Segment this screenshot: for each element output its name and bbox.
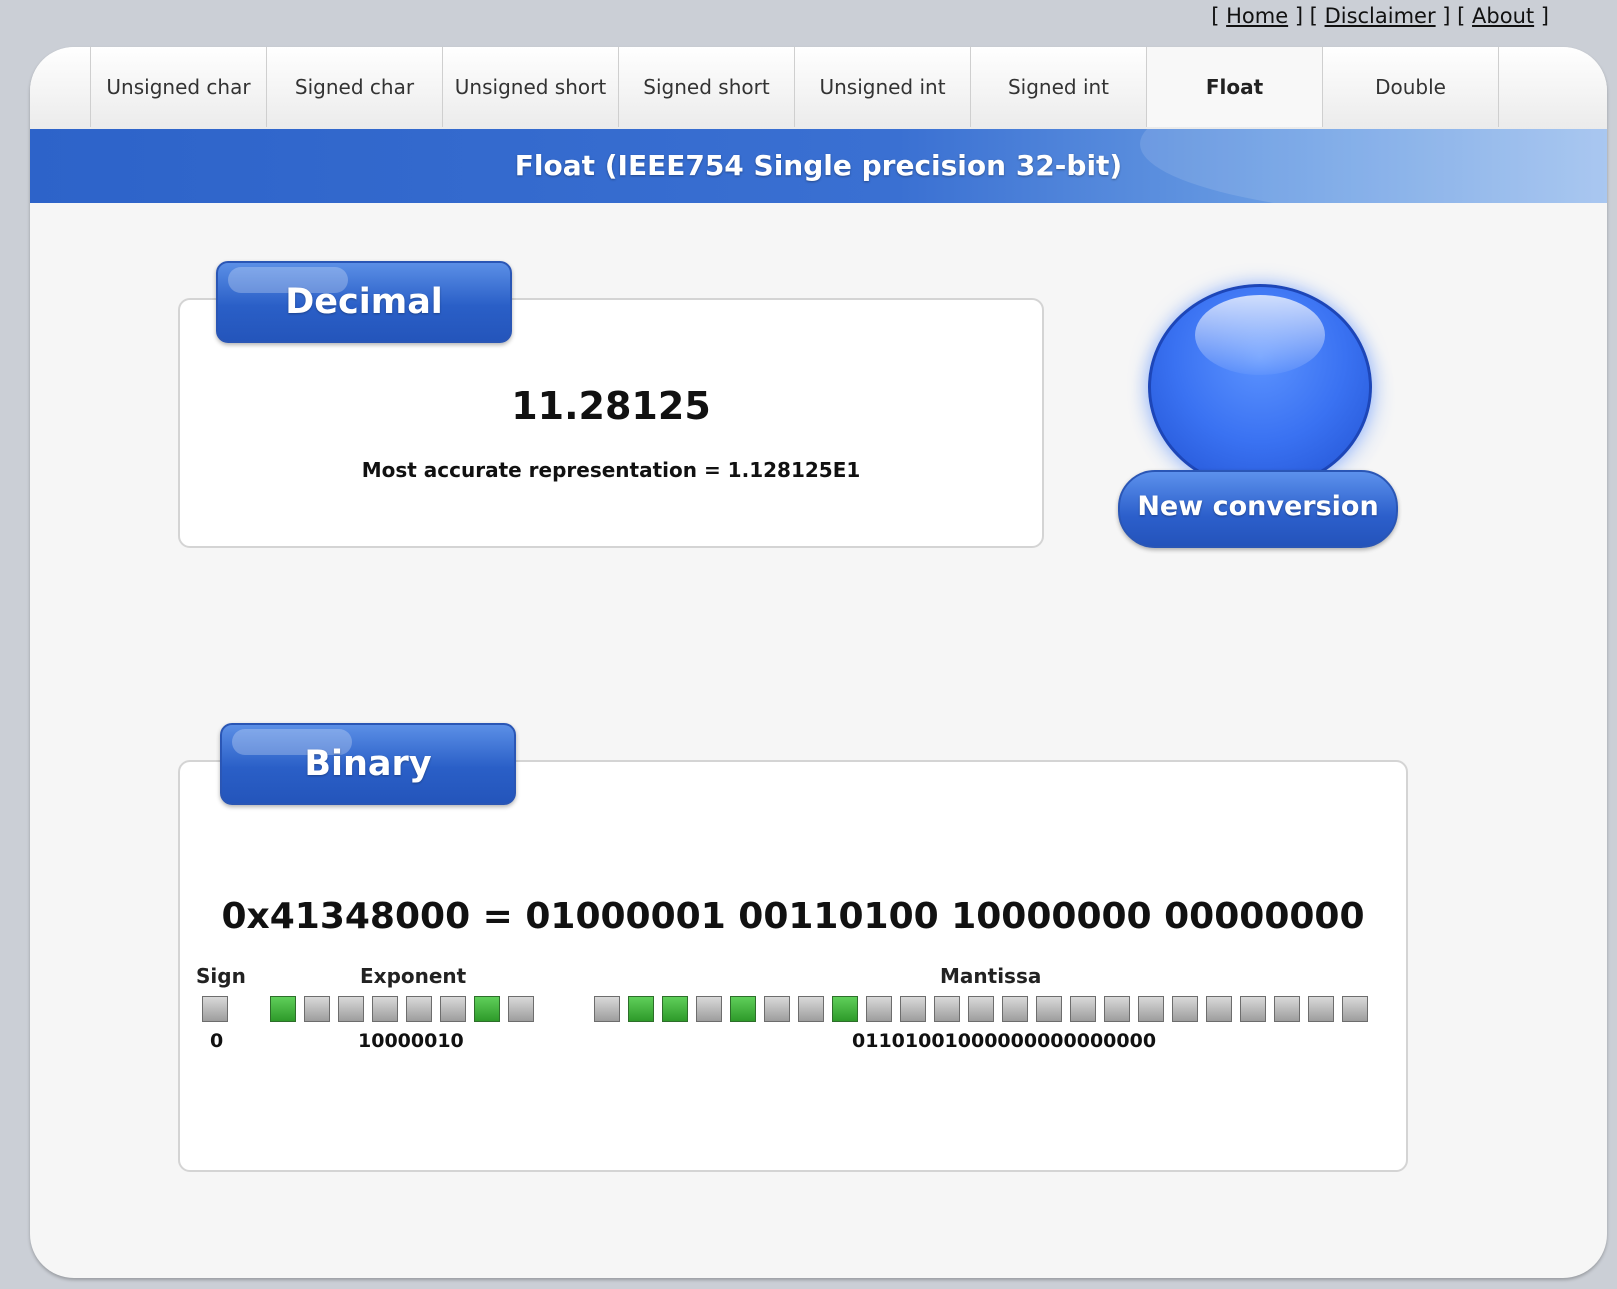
exponent-bits: 10000010 <box>358 1030 464 1052</box>
sign-label: Sign <box>196 964 246 988</box>
binary-heading-label: Binary <box>304 744 432 784</box>
tab-unsigned-int[interactable]: Unsigned int <box>794 47 970 127</box>
mantissa-bit-toggle[interactable] <box>594 996 620 1022</box>
mantissa-bit-toggle[interactable] <box>900 996 926 1022</box>
mantissa-bit-toggle[interactable] <box>1274 996 1300 1022</box>
mantissa-bit-toggle[interactable] <box>1138 996 1164 1022</box>
mantissa-bit-toggle[interactable] <box>1308 996 1334 1022</box>
exponent-bit-toggle[interactable] <box>304 996 330 1022</box>
binary-heading: Binary <box>220 723 516 805</box>
new-conversion-button[interactable]: New conversion <box>1118 284 1408 554</box>
exponent-bit-toggle[interactable] <box>474 996 500 1022</box>
mantissa-bit-toggle[interactable] <box>1070 996 1096 1022</box>
top-links: [ Home ] [ Disclaimer ] [ About ] <box>1211 4 1549 28</box>
mantissa-bit-toggle[interactable] <box>764 996 790 1022</box>
mantissa-bit-toggle[interactable] <box>798 996 824 1022</box>
mantissa-bit-toggle[interactable] <box>1036 996 1062 1022</box>
mantissa-bit-toggle[interactable] <box>832 996 858 1022</box>
tab-signed-short[interactable]: Signed short <box>618 47 794 127</box>
sign-bit-toggle[interactable] <box>202 996 228 1022</box>
mantissa-bit-toggle[interactable] <box>1240 996 1266 1022</box>
sign-bits: 0 <box>210 1030 224 1052</box>
decimal-heading: Decimal <box>216 261 512 343</box>
exponent-bit-toggle[interactable] <box>270 996 296 1022</box>
mantissa-bit-toggle[interactable] <box>1342 996 1368 1022</box>
mantissa-bits: 01101001000000000000000 <box>852 1030 1157 1052</box>
page-title: Float (IEEE754 Single precision 32-bit) <box>514 149 1123 182</box>
tab-bar: Unsigned char Signed char Unsigned short… <box>30 47 1607 131</box>
tab-unsigned-short[interactable]: Unsigned short <box>442 47 618 127</box>
decimal-heading-label: Decimal <box>285 282 443 322</box>
main-panel: Unsigned char Signed char Unsigned short… <box>30 47 1607 1278</box>
mantissa-bit-toggle[interactable] <box>628 996 654 1022</box>
mantissa-bit-toggle[interactable] <box>968 996 994 1022</box>
new-conversion-label: New conversion <box>1118 470 1398 548</box>
exponent-bit-toggle[interactable] <box>372 996 398 1022</box>
mantissa-bit-toggle[interactable] <box>1002 996 1028 1022</box>
tab-divider <box>1498 47 1499 127</box>
mantissa-bit-toggle[interactable] <box>1104 996 1130 1022</box>
exponent-bit-toggle[interactable] <box>406 996 432 1022</box>
tab-signed-char[interactable]: Signed char <box>266 47 442 127</box>
about-link[interactable]: About <box>1472 4 1534 28</box>
orb-icon <box>1148 284 1372 490</box>
exponent-bit-toggle[interactable] <box>508 996 534 1022</box>
tab-signed-int[interactable]: Signed int <box>970 47 1146 127</box>
title-bar: Float (IEEE754 Single precision 32-bit) <box>30 129 1607 203</box>
mantissa-bit-toggle[interactable] <box>866 996 892 1022</box>
decimal-value: 11.28125 <box>511 384 711 428</box>
hex-binary-line: 0x41348000 = 01000001 00110100 10000000 … <box>221 896 1365 937</box>
mantissa-label: Mantissa <box>940 964 1042 988</box>
mantissa-bit-toggle[interactable] <box>730 996 756 1022</box>
mantissa-bit-toggle[interactable] <box>934 996 960 1022</box>
exponent-label: Exponent <box>360 964 467 988</box>
exponent-bit-toggle[interactable] <box>440 996 466 1022</box>
exponent-bit-toggle[interactable] <box>338 996 364 1022</box>
disclaimer-link[interactable]: Disclaimer <box>1325 4 1436 28</box>
tab-unsigned-char[interactable]: Unsigned char <box>90 47 266 127</box>
tab-double[interactable]: Double <box>1322 47 1498 127</box>
mantissa-bit-toggle[interactable] <box>1172 996 1198 1022</box>
tab-float[interactable]: Float <box>1146 47 1322 127</box>
home-link[interactable]: Home <box>1226 4 1288 28</box>
binary-box: 0x41348000 = 01000001 00110100 10000000 … <box>178 760 1408 1172</box>
accurate-representation: Most accurate representation = 1.128125E… <box>361 458 861 482</box>
mantissa-bit-toggle[interactable] <box>696 996 722 1022</box>
mantissa-bit-toggle[interactable] <box>1206 996 1232 1022</box>
mantissa-bit-toggle[interactable] <box>662 996 688 1022</box>
